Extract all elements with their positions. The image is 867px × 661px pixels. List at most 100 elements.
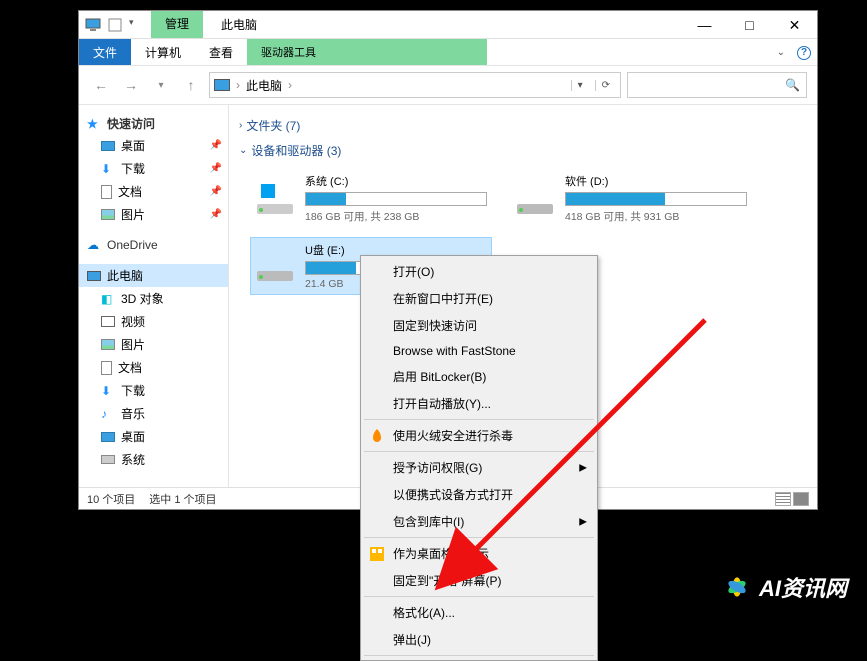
ctx-pin-quick[interactable]: 固定到快速访问 (363, 312, 595, 339)
ctx-include-lib[interactable]: 包含到库中(I)▶ (363, 508, 595, 535)
fences-icon (369, 546, 385, 562)
usage-bar (565, 192, 747, 206)
addr-pc-icon (214, 79, 230, 91)
ctx-open-new-window[interactable]: 在新窗口中打开(E) (363, 285, 595, 312)
sidebar-item-desktop2[interactable]: 桌面 (79, 425, 228, 448)
drive-name: 系统 (C:) (305, 173, 487, 189)
document-icon (101, 185, 112, 199)
usage-bar (305, 192, 487, 206)
video-icon (101, 316, 115, 327)
watermark-logo-icon (723, 573, 751, 601)
drive-free: 186 GB 可用, 共 238 GB (305, 209, 487, 224)
submenu-arrow-icon: ▶ (579, 516, 587, 527)
pc-icon (87, 271, 101, 281)
sidebar-item-system[interactable]: 系统 (79, 448, 228, 471)
qat: ▾ (79, 11, 151, 38)
sidebar-item-pictures[interactable]: 图片📌 (79, 203, 228, 226)
manage-context-tab[interactable]: 管理 (151, 11, 203, 38)
breadcrumb[interactable]: 此电脑 (246, 77, 282, 94)
back-button[interactable]: ← (89, 73, 113, 97)
ctx-eject[interactable]: 弹出(J) (363, 626, 595, 653)
pin-icon: 📌 (210, 140, 222, 151)
recent-dropdown[interactable]: ▾ (149, 73, 173, 97)
drive-icon (101, 455, 115, 464)
watermark-text: AI资讯网 (759, 571, 847, 603)
picture-icon (101, 209, 115, 220)
computer-tab[interactable]: 计算机 (131, 39, 195, 65)
contextual-tab-group: 管理 (151, 11, 203, 38)
sidebar-item-documents2[interactable]: 文档 (79, 356, 228, 379)
sidebar: ★快速访问 桌面📌 ⬇下载📌 文档📌 图片📌 ☁OneDrive 此电脑 ◧3D… (79, 105, 229, 487)
icons-view-icon[interactable] (793, 492, 809, 506)
pin-icon: 📌 (210, 163, 222, 174)
file-tab[interactable]: 文件 (79, 39, 131, 65)
star-icon: ★ (87, 117, 101, 131)
sidebar-quick-access[interactable]: ★快速访问 (79, 113, 228, 134)
titlebar: ▾ 管理 此电脑 — □ ✕ (79, 11, 817, 39)
pin-icon: 📌 (210, 209, 222, 220)
minimize-button[interactable]: — (682, 11, 727, 39)
addr-sep2-icon[interactable]: › (288, 78, 292, 92)
drive-icon (515, 184, 555, 214)
view-toggle[interactable] (775, 492, 809, 506)
drive-tools-tab[interactable]: 驱动器工具 (247, 39, 487, 65)
ctx-autoplay[interactable]: 打开自动播放(Y)... (363, 390, 595, 417)
sidebar-onedrive[interactable]: ☁OneDrive (79, 236, 228, 254)
forward-button[interactable]: → (119, 73, 143, 97)
sidebar-item-downloads[interactable]: ⬇下载📌 (79, 157, 228, 180)
sidebar-item-3d[interactable]: ◧3D 对象 (79, 287, 228, 310)
qat-save-icon[interactable] (107, 17, 123, 33)
view-tab[interactable]: 查看 (195, 39, 247, 65)
sidebar-item-desktop[interactable]: 桌面📌 (79, 134, 228, 157)
selection-count: 选中 1 个项目 (149, 491, 216, 507)
window-controls: — □ ✕ (682, 11, 817, 38)
desktop-icon (101, 432, 115, 442)
drive-icon (255, 184, 295, 214)
address-bar[interactable]: › 此电脑 › ▾ ⟳ (209, 72, 621, 98)
refresh-button[interactable]: ⟳ (595, 80, 616, 91)
folders-section-header[interactable]: ›文件夹 (7) (237, 113, 809, 138)
sidebar-item-downloads2[interactable]: ⬇下载 (79, 379, 228, 402)
search-input[interactable]: 🔍 (627, 72, 807, 98)
submenu-arrow-icon: ▶ (579, 462, 587, 473)
ribbon-collapse-icon[interactable]: ⌄ (771, 47, 791, 58)
context-menu: 打开(O) 在新窗口中打开(E) 固定到快速访问 Browse with Fas… (360, 255, 598, 661)
maximize-button[interactable]: □ (727, 11, 772, 39)
ctx-grant-access[interactable]: 授予访问权限(G)▶ (363, 454, 595, 481)
ctx-open[interactable]: 打开(O) (363, 258, 595, 285)
caret-right-icon: › (239, 120, 242, 131)
drive-c[interactable]: 系统 (C:) 186 GB 可用, 共 238 GB (251, 169, 491, 228)
download-icon: ⬇ (101, 162, 115, 176)
ctx-faststone[interactable]: Browse with FastStone (363, 339, 595, 363)
addr-history-dropdown[interactable]: ▾ (571, 80, 589, 91)
ctx-portable[interactable]: 以便携式设备方式打开 (363, 481, 595, 508)
ctx-pin-start[interactable]: 固定到"开始"屏幕(P) (363, 567, 595, 594)
sidebar-this-pc[interactable]: 此电脑 (79, 264, 228, 287)
navigation-row: ← → ▾ ↑ › 此电脑 › ▾ ⟳ 🔍 (79, 65, 817, 105)
caret-down-icon: ⌄ (239, 145, 247, 156)
pin-icon: 📌 (210, 186, 222, 197)
sidebar-item-music[interactable]: ♪音乐 (79, 402, 228, 425)
sidebar-item-videos[interactable]: 视频 (79, 310, 228, 333)
help-button[interactable]: ? (791, 44, 817, 60)
watermark: AI资讯网 (723, 571, 847, 603)
music-icon: ♪ (101, 407, 115, 421)
ctx-format[interactable]: 格式化(A)... (363, 599, 595, 626)
window-title: 此电脑 (203, 11, 682, 38)
ctx-fences[interactable]: 作为桌面格子显示 (363, 540, 595, 567)
huorong-icon (369, 428, 385, 444)
drives-section-header[interactable]: ⌄设备和驱动器 (3) (237, 138, 809, 163)
ctx-bitlocker[interactable]: 启用 BitLocker(B) (363, 363, 595, 390)
sidebar-item-documents[interactable]: 文档📌 (79, 180, 228, 203)
up-button[interactable]: ↑ (179, 73, 203, 97)
ctx-huorong[interactable]: 使用火绒安全进行杀毒 (363, 422, 595, 449)
close-button[interactable]: ✕ (772, 11, 817, 39)
drive-d[interactable]: 软件 (D:) 418 GB 可用, 共 931 GB (511, 169, 751, 228)
details-view-icon[interactable] (775, 492, 791, 506)
drive-name: 软件 (D:) (565, 173, 747, 189)
qat-dropdown-icon[interactable]: ▾ (129, 17, 145, 33)
manage-label: 管理 (165, 18, 189, 31)
sidebar-item-pictures2[interactable]: 图片 (79, 333, 228, 356)
cube-icon: ◧ (101, 292, 115, 306)
windows-logo-icon (261, 184, 275, 198)
